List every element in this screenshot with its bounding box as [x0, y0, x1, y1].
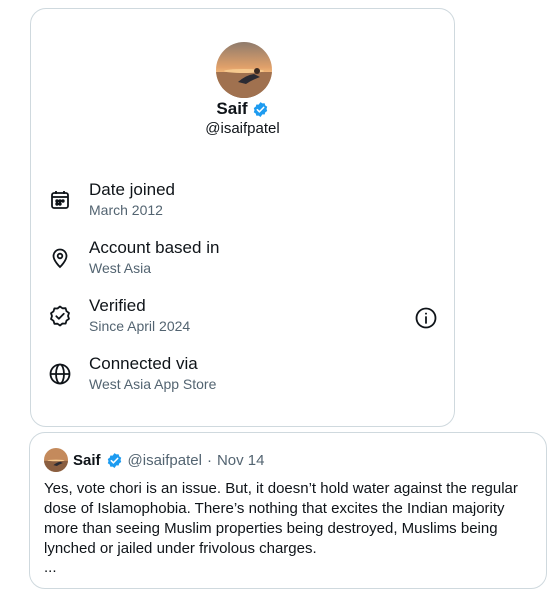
- row-account-based-in: Account based in West Asia: [31, 238, 454, 282]
- profile-name-row: Saif: [31, 99, 454, 119]
- quoted-post-separator: ·: [206, 451, 212, 469]
- verified-badge-icon: [252, 101, 269, 118]
- location-pin-icon: [48, 246, 72, 270]
- about-account-card: Saif @isaifpatel Date joined March 2012: [30, 8, 455, 427]
- quoted-post-date[interactable]: Nov 14: [217, 452, 265, 469]
- quoted-post-handle[interactable]: @isaifpatel: [128, 452, 202, 469]
- verified-badge-outline-icon: [48, 304, 72, 328]
- row-title: Account based in: [89, 238, 220, 257]
- row-subtitle: March 2012: [89, 202, 163, 218]
- quoted-post[interactable]: Saif @isaifpatel · Nov 14 Yes, vote chor…: [29, 432, 547, 589]
- globe-icon: [48, 362, 72, 386]
- quoted-post-text: Yes, vote chori is an issue. But, it doe…: [44, 480, 518, 557]
- profile-handle: @isaifpatel: [205, 120, 280, 137]
- row-connected-via: Connected via West Asia App Store: [31, 354, 454, 398]
- info-icon[interactable]: [414, 306, 438, 330]
- calendar-icon: [48, 188, 72, 212]
- row-title: Verified: [89, 296, 146, 315]
- row-subtitle: Since April 2024: [89, 318, 191, 334]
- quoted-post-name[interactable]: Saif: [73, 452, 101, 469]
- row-date-joined: Date joined March 2012: [31, 180, 454, 224]
- row-title: Date joined: [89, 180, 176, 199]
- quoted-post-avatar[interactable]: [44, 448, 68, 472]
- row-verified: Verified Since April 2024: [31, 296, 454, 340]
- row-title: Connected via: [89, 354, 198, 373]
- verified-badge-icon: [106, 452, 123, 469]
- quoted-post-ellipsis: ...: [44, 559, 57, 576]
- profile-name: Saif: [216, 99, 248, 118]
- row-subtitle: West Asia App Store: [89, 376, 217, 392]
- quoted-post-header: Saif @isaifpatel · Nov 14: [44, 448, 264, 472]
- row-subtitle: West Asia: [89, 260, 151, 276]
- avatar[interactable]: [216, 42, 272, 98]
